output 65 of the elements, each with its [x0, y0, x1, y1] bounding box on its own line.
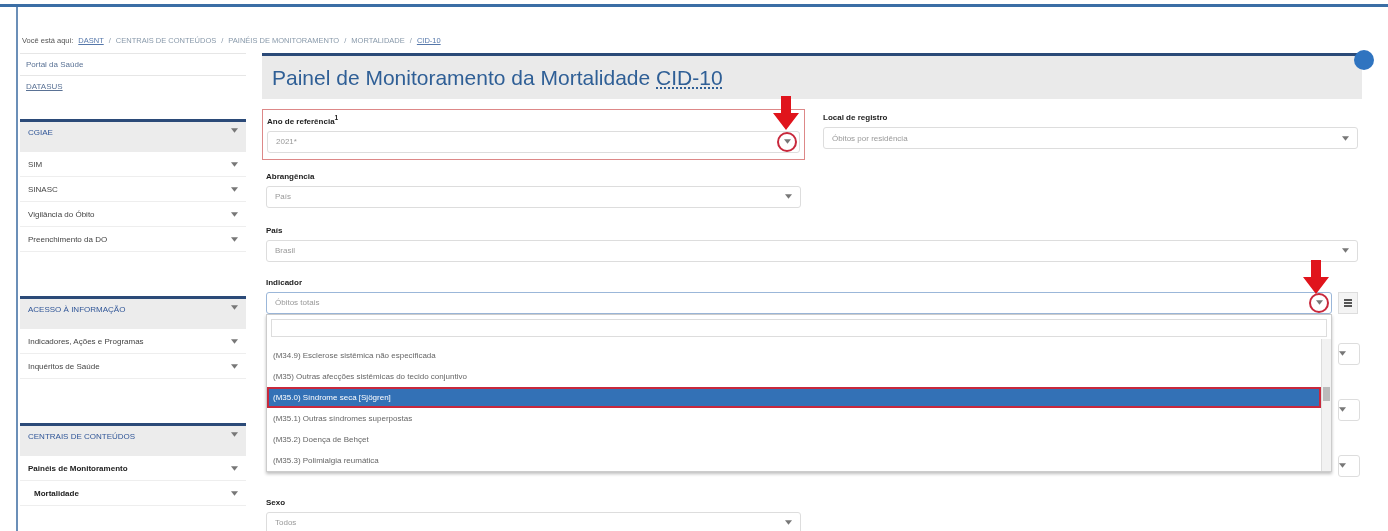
caret-icon — [1341, 248, 1349, 254]
caret-icon — [1341, 135, 1349, 141]
dropdown-option[interactable]: (M35) Outras afecções sistêmicas do tecido conjuntivo — [267, 365, 1321, 387]
caret-icon — [1339, 407, 1346, 413]
sidebar-item[interactable]: SINASC — [20, 177, 246, 202]
panel-title: CGIAE — [28, 128, 53, 139]
caret-icon — [231, 236, 238, 242]
caret-icon — [784, 520, 792, 526]
sidebar-item[interactable]: SIM — [20, 152, 246, 177]
caret-icon — [784, 194, 792, 200]
arrow-icon — [1303, 259, 1329, 294]
field-label: Indicador — [266, 277, 303, 287]
caret-icon — [231, 128, 238, 133]
panel-header[interactable]: CENTRAIS DE CONTEÚDOS — [20, 426, 246, 456]
panel-title: CENTRAIS DE CONTEÚDOS — [28, 432, 136, 443]
select-field[interactable] — [1338, 342, 1360, 365]
select-value: Óbitos totais — [275, 298, 320, 308]
dropdown-option[interactable]: (M35.0) Síndrome seca [Sjögren] — [267, 386, 1321, 408]
list-icon — [1344, 298, 1352, 307]
caret-icon — [1339, 463, 1346, 469]
panel-title: ACESSO À INFORMAÇÃO — [28, 305, 126, 316]
sidebar-link[interactable]: Portal da Saúde — [20, 53, 246, 75]
sidebar-item[interactable]: Painéis de Monitoramento — [20, 456, 246, 481]
help-icon[interactable] — [1354, 50, 1374, 70]
panel-header[interactable]: CGIAE — [20, 122, 246, 152]
select-value: Brasil — [275, 246, 295, 256]
field-label: País — [266, 225, 284, 235]
field-label: Ano de referência$^{1}$ — [267, 114, 340, 126]
caret-icon — [231, 186, 238, 192]
panel-header[interactable]: ACESSO À INFORMAÇÃO — [20, 299, 246, 329]
select-value: Óbitos por residência — [832, 133, 908, 143]
field-label: Local de registro — [823, 113, 889, 122]
sidebar-item[interactable]: Vigilância do Óbito — [20, 202, 246, 227]
caret-icon — [231, 211, 238, 217]
dropdown-option[interactable]: (M35.2) Doença de Behçet — [267, 428, 1321, 450]
caret-icon — [1339, 351, 1346, 357]
caret-icon — [231, 338, 238, 344]
select-value: País — [275, 192, 291, 202]
list-button[interactable] — [1338, 291, 1358, 314]
sidebar-item[interactable]: Inquéritos de Saúde — [20, 354, 246, 379]
field-label: Abrangência — [266, 171, 316, 181]
caret-icon — [231, 465, 238, 471]
caret-icon — [231, 305, 238, 310]
sidebar-link[interactable]: DATASUS — [20, 75, 246, 97]
select-value: Todos — [275, 518, 297, 528]
sidebar-item[interactable]: Mortalidade — [20, 481, 246, 506]
field-label: Sexo — [266, 497, 287, 507]
dropdown-option[interactable]: (M34.9) Esclerose sistêmica não especificada — [267, 344, 1321, 366]
search-field[interactable] — [271, 318, 1327, 337]
sidebar-item[interactable]: Indicadores, Ações e Programas — [20, 329, 246, 354]
page-title: Painel de Monitoramento da Mortalidade CID-10 — [262, 53, 1362, 99]
caret-icon — [231, 432, 238, 437]
arrow-icon — [773, 96, 799, 130]
select-value: 2021* — [276, 137, 297, 147]
caret-icon — [1315, 300, 1323, 306]
dropdown-option[interactable]: (M35.3) Polimialgia reumática — [267, 449, 1321, 471]
select-field[interactable] — [1338, 398, 1360, 421]
caret-icon — [231, 161, 238, 167]
caret-icon — [231, 490, 238, 496]
caret-icon — [783, 139, 791, 145]
sidebar-item[interactable]: Preenchimento da DO — [20, 227, 246, 252]
select-field[interactable] — [1338, 454, 1360, 477]
scrollbar[interactable] — [1321, 338, 1331, 471]
caret-icon — [231, 363, 238, 369]
dropdown-option[interactable]: (M35.1) Outras síndromes superpostas — [267, 407, 1321, 429]
